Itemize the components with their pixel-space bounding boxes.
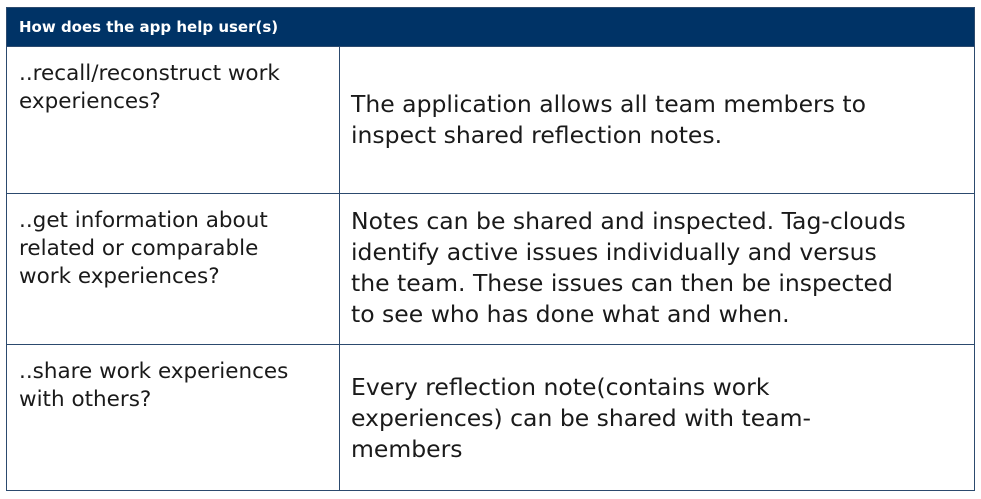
answer-cell-recall: The application allows all team members … bbox=[351, 90, 866, 149]
help-table: How does the app help user(s) ..recall/r… bbox=[6, 7, 975, 491]
answer-cell-share: Every reflection note(contains work expe… bbox=[351, 372, 811, 463]
table-row: ..recall/reconstruct work experiences? T… bbox=[7, 46, 974, 193]
answer-cell-get-information: Notes can be shared and inspected. Tag-c… bbox=[351, 207, 906, 328]
question-cell-share: ..share work experiences with others? bbox=[7, 345, 340, 491]
question-cell-recall: ..recall/reconstruct work experiences? bbox=[7, 47, 340, 193]
question-cell-get-information: ..get information about related or compa… bbox=[7, 194, 340, 344]
table-header: How does the app help user(s) bbox=[7, 8, 974, 46]
table-row: ..get information about related or compa… bbox=[7, 193, 974, 344]
table-row: ..share work experiences with others? Ev… bbox=[7, 344, 974, 491]
